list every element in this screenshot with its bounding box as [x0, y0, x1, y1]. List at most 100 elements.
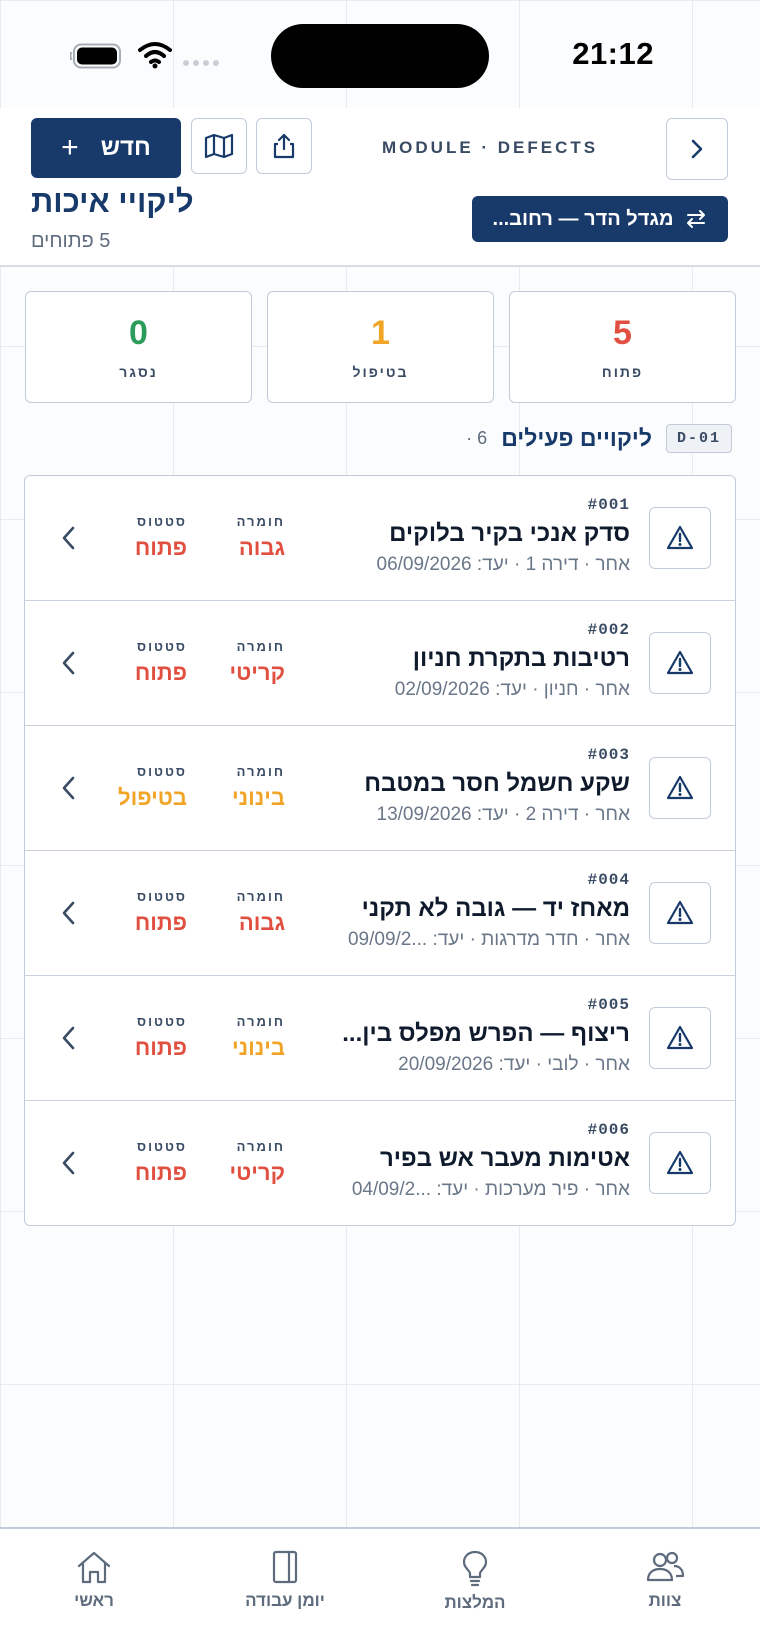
defect-number: #002	[587, 621, 630, 639]
defect-status: סטטוס פתוח	[135, 514, 187, 561]
severity-value: בינוני	[232, 785, 285, 810]
chevron-left-icon	[59, 1024, 79, 1052]
new-defect-button[interactable]: + חדש	[31, 118, 181, 178]
stat-open[interactable]: 5 פתוח	[509, 291, 736, 403]
chevron-left-icon	[59, 1149, 79, 1177]
section-count: · 6	[466, 428, 488, 448]
section-code-badge: D-01	[665, 424, 732, 453]
stat-in-progress-value: 1	[371, 314, 390, 352]
back-button[interactable]	[666, 118, 728, 180]
map-button[interactable]	[191, 118, 247, 174]
defect-number: #005	[587, 996, 630, 1014]
status-label: סטטוס	[137, 1139, 187, 1154]
severity-value: קריטי	[229, 660, 285, 685]
defect-meta: אחר · פיר מערכות · יעד: ...04/09/2	[351, 1179, 630, 1200]
defect-status: סטטוס פתוח	[135, 889, 187, 936]
defect-number: #004	[587, 871, 630, 889]
severity-label: חומרה	[236, 1139, 285, 1154]
tab-recommendations[interactable]: המלצות	[405, 1549, 545, 1613]
defect-info: #002 רטיבות בתקרת חניון אחר · חניון · יע…	[330, 621, 630, 701]
warning-icon	[649, 1007, 711, 1069]
severity-value: בינוני	[232, 1035, 285, 1060]
tab-home-label: ראשי	[74, 1591, 114, 1610]
bottom-tab-bar: ראשי יומן עבודה המלצות צוות	[0, 1527, 760, 1651]
defect-info: #005 ריצוף — הפרש מפלס בין... אחר · לובי…	[330, 996, 630, 1076]
severity-label: חומרה	[236, 1014, 285, 1029]
defect-severity: חומרה בינוני	[232, 1014, 285, 1061]
severity-value: גבוה	[238, 910, 285, 935]
defect-list: #001 סדק אנכי בקיר בלוקים אחר · דירה 1 ·…	[24, 475, 736, 1226]
module-label: MODULE · DEFECTS	[382, 138, 599, 157]
stat-closed-label: נסגר	[119, 364, 158, 380]
defect-row[interactable]: #001 סדק אנכי בקיר בלוקים אחר · דירה 1 ·…	[25, 476, 735, 601]
status-value: פתוח	[134, 535, 187, 560]
stat-closed[interactable]: 0 נסגר	[25, 291, 252, 403]
defect-title: ריצוף — הפרש מפלס בין...	[342, 1020, 630, 1047]
project-name: מגדל הדר — רחוב...	[492, 207, 674, 230]
stat-closed-value: 0	[129, 314, 148, 352]
defect-severity: חומרה קריטי	[230, 1139, 285, 1186]
status-label: סטטוס	[137, 639, 187, 654]
defect-row[interactable]: #003 שקע חשמל חסר במטבח אחר · דירה 2 · י…	[25, 726, 735, 851]
chevron-left-icon	[59, 899, 79, 927]
defect-meta: אחר · לובי · יעד: 20/09/2026	[398, 1054, 630, 1075]
home-icon	[77, 1551, 111, 1584]
dynamic-island	[271, 24, 489, 88]
defect-title: מאחז יד — גובה לא תקני	[361, 895, 630, 922]
section-heading: D-01 ליקויים פעילים · 6	[466, 424, 732, 453]
defect-title: רטיבות בתקרת חניון	[412, 645, 630, 672]
page-header: MODULE · DEFECTS + חדש מגדל הדר — רחוב..…	[0, 108, 760, 267]
status-value: בטיפול	[118, 785, 187, 810]
defect-meta: אחר · דירה 1 · יעד: 06/09/2026	[376, 554, 630, 575]
defect-title: שקע חשמל חסר במטבח	[364, 770, 630, 797]
severity-label: חומרה	[236, 639, 285, 654]
defect-info: #001 סדק אנכי בקיר בלוקים אחר · דירה 1 ·…	[330, 496, 630, 576]
defect-row[interactable]: #004 מאחז יד — גובה לא תקני אחר · חדר מד…	[25, 851, 735, 976]
status-value: פתוח	[134, 1160, 187, 1185]
warning-icon	[649, 757, 711, 819]
status-value: פתוח	[134, 910, 187, 935]
chevron-left-icon	[59, 774, 79, 802]
chevron-left-icon	[59, 524, 79, 552]
status-bar: 21:12	[0, 0, 760, 108]
defect-row[interactable]: #006 אטימות מעבר אש בפיר אחר · פיר מערכו…	[25, 1101, 735, 1225]
severity-label: חומרה	[236, 764, 285, 779]
defect-number: #003	[587, 746, 630, 764]
tab-home[interactable]: ראשי	[24, 1549, 164, 1611]
defect-title: אטימות מעבר אש בפיר	[379, 1145, 630, 1172]
defect-number: #001	[587, 496, 630, 514]
lightbulb-icon	[462, 1550, 488, 1587]
page-subtitle: 5 פתוחים	[31, 230, 111, 252]
tab-team[interactable]: צוות	[595, 1549, 735, 1611]
project-switch-button[interactable]: מגדל הדר — רחוב...	[472, 196, 728, 242]
defect-row[interactable]: #002 רטיבות בתקרת חניון אחר · חניון · יע…	[25, 601, 735, 726]
severity-label: חומרה	[236, 889, 285, 904]
battery-icon	[70, 43, 124, 69]
chevron-left-icon	[59, 649, 79, 677]
share-button[interactable]	[256, 118, 312, 174]
status-value: פתוח	[134, 660, 187, 685]
severity-label: חומרה	[236, 514, 285, 529]
stat-open-value: 5	[613, 314, 632, 352]
wifi-icon	[138, 41, 172, 69]
defect-info: #003 שקע חשמל חסר במטבח אחר · דירה 2 · י…	[330, 746, 630, 826]
warning-icon	[649, 632, 711, 694]
share-icon	[273, 133, 295, 159]
defect-row[interactable]: #005 ריצוף — הפרש מפלס בין... אחר · לובי…	[25, 976, 735, 1101]
tab-journal[interactable]: יומן עבודה	[215, 1549, 355, 1611]
stat-open-label: פתוח	[601, 364, 644, 380]
defect-status: סטטוס פתוח	[135, 1139, 187, 1186]
defect-meta: אחר · חניון · יעד: 02/09/2026	[394, 679, 630, 700]
plus-icon: +	[61, 131, 79, 164]
defect-info: #004 מאחז יד — גובה לא תקני אחר · חדר מד…	[330, 871, 630, 951]
defect-status: סטטוס פתוח	[135, 639, 187, 686]
defect-severity: חומרה קריטי	[230, 639, 285, 686]
warning-icon	[649, 507, 711, 569]
tab-team-label: צוות	[648, 1591, 682, 1610]
defect-severity: חומרה גבוה	[237, 889, 285, 936]
defect-title: סדק אנכי בקיר בלוקים	[389, 520, 630, 547]
status-label: סטטוס	[137, 514, 187, 529]
map-icon	[204, 133, 234, 159]
section-title: ליקויים פעילים	[501, 425, 652, 451]
stat-in-progress[interactable]: 1 בטיפול	[267, 291, 494, 403]
